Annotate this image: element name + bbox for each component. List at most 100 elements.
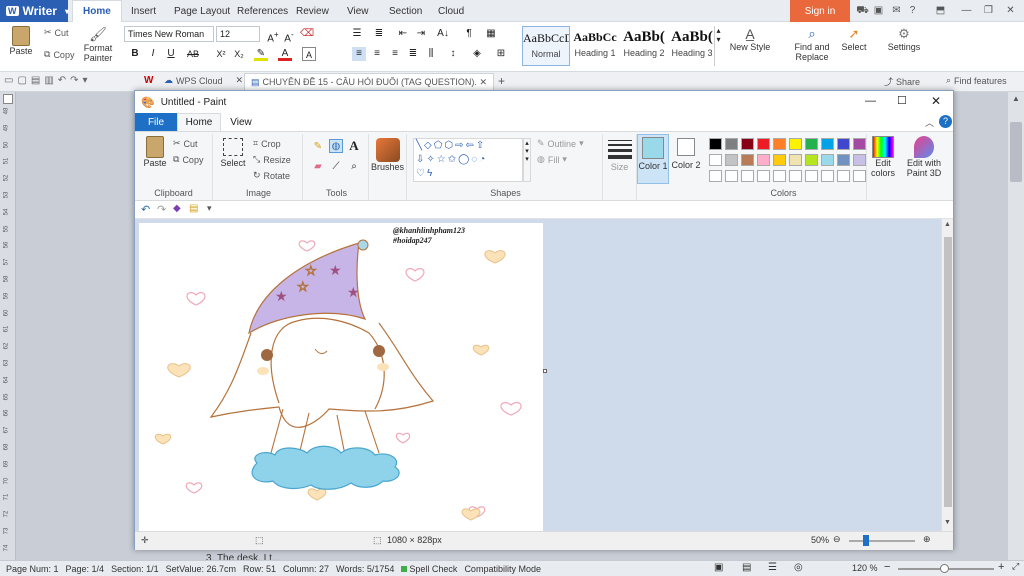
color-swatch[interactable] [789,138,802,150]
close-tab-icon[interactable]: ✕ [236,75,244,86]
color-swatch[interactable] [757,138,770,150]
view-tab[interactable]: View [221,113,261,131]
zoom-in-icon[interactable]: ⊕ [923,534,931,545]
custom-color-slot[interactable] [773,170,786,182]
wps-home-icon[interactable]: W [144,75,153,86]
zoom-out-icon[interactable]: − [884,561,890,573]
copy-button[interactable]: ⧉ Copy [173,154,203,165]
style-normal[interactable]: AaBbCcD Normal [522,26,570,66]
size-button[interactable]: Size [603,134,637,200]
tab-page-layout[interactable]: Page Layout [174,0,230,22]
strikethrough-icon[interactable]: AB [186,47,200,61]
borders-icon[interactable]: ⊞ [494,47,508,61]
zoom-slider-thumb[interactable] [940,564,949,573]
close-icon[interactable]: ✕ [1004,4,1017,17]
decrease-indent-icon[interactable]: ⇤ [396,27,410,41]
custom-color-slot[interactable] [741,170,754,182]
styles-scroll[interactable]: ▴ ▾ [714,26,722,66]
ruler-toggle[interactable] [3,94,13,104]
feedback-icon[interactable]: ✉ [890,4,903,17]
color-swatch[interactable] [773,154,786,166]
zoom-slider-thumb[interactable] [863,535,869,546]
custom-color-slot[interactable] [789,170,802,182]
rotate-button[interactable]: ↻ Rotate [253,170,290,181]
canvas-scrollbar[interactable]: ▲ ▼ [941,219,953,531]
minimize-icon[interactable]: — [865,95,876,107]
paste-button[interactable]: Paste [141,136,169,168]
open-icon[interactable]: ▤ [189,203,198,214]
tab-view[interactable]: View [347,0,369,22]
color-swatch[interactable] [709,138,722,150]
style-heading-1[interactable]: AaBbCc Heading 1 [571,26,619,66]
save-icon[interactable]: ◆ [173,203,181,214]
bold-icon[interactable]: B [128,47,142,61]
color-swatch[interactable] [709,154,722,166]
distributed-icon[interactable]: ⫼ [424,47,438,61]
zoom-slider[interactable] [849,540,915,542]
writer-app-button[interactable]: W Writer ▾ [0,0,69,22]
close-icon[interactable]: ✕ [931,94,941,108]
custom-color-slot[interactable] [837,170,850,182]
align-left-icon[interactable]: ≡ [352,47,366,61]
share-button[interactable]: ⤴ Share [884,75,920,88]
text-tool-icon[interactable]: A [347,139,361,153]
collapse-ribbon-icon[interactable]: ︿ [925,116,934,129]
custom-color-slot[interactable] [853,170,866,182]
close-tab-icon[interactable]: ✕ [479,77,487,88]
tab-insert[interactable]: Insert [131,0,156,22]
focus-mode-icon[interactable]: ▣ [714,562,723,573]
help-icon[interactable]: ? [906,4,919,17]
color-swatch[interactable] [725,138,738,150]
web-view-icon[interactable]: ◎ [794,562,803,573]
highlight-icon[interactable]: ✎ [254,47,268,61]
select-button[interactable]: ➚ Select [838,26,870,52]
help-icon[interactable]: ? [939,115,952,128]
file-tab[interactable]: File [135,113,177,131]
color2-button[interactable]: Color 2 [671,134,701,184]
maximize-icon[interactable]: ☐ [897,94,907,107]
minimize-icon[interactable]: — [960,4,973,17]
fill-button[interactable]: ◍ Fill ▾ [537,154,567,165]
color-swatch[interactable] [853,138,866,150]
color-swatch[interactable] [837,138,850,150]
eraser-icon[interactable]: ▰ [311,160,325,174]
tab-section[interactable]: Section [389,0,422,22]
color-picker-icon[interactable]: ⟋ [329,160,343,174]
select-button[interactable]: Select [219,138,247,168]
increase-indent-icon[interactable]: ⇥ [414,27,428,41]
tab-review[interactable]: Review [296,0,329,22]
align-right-icon[interactable]: ≡ [388,47,402,61]
sort-icon[interactable]: A↓ [436,27,450,41]
outline-view-icon[interactable]: ☰ [768,562,777,573]
color-swatch[interactable] [837,154,850,166]
subscript-icon[interactable]: X₂ [232,47,246,61]
brushes-button[interactable]: Brushes [369,134,407,200]
tab-wps-cloud[interactable]: ☁ WPS Cloud ✕ [164,75,243,86]
superscript-icon[interactable]: X² [214,47,228,61]
scroll-down-icon[interactable]: ▼ [944,519,951,526]
sign-in-button[interactable]: Sign in [790,0,850,22]
color-swatch[interactable] [805,154,818,166]
italic-icon[interactable]: I [146,47,160,61]
paste-button[interactable]: Paste [6,26,36,56]
char-border-icon[interactable]: A [302,47,316,61]
tab-references[interactable]: References [237,0,288,22]
grow-font-icon[interactable]: A+ [266,27,280,44]
skin-icon[interactable]: ▣ [872,4,885,17]
edit-paint3d-button[interactable]: Edit with Paint 3D [903,136,945,178]
copy-button[interactable]: ⧉ Copy [44,49,74,60]
status-words[interactable]: Words: 5/1754 [336,564,394,574]
tab-document[interactable]: ▤ CHUYÊN ĐỀ 15 - CÂU HỎI ĐUÔI (TAG QUEST… [244,73,494,91]
line-spacing-icon[interactable]: ↕ [446,47,460,61]
zoom-out-icon[interactable]: ⊖ [833,534,841,545]
edit-colors-button[interactable]: Edit colors [867,136,899,178]
page-view-icon[interactable]: ▤ [742,562,751,573]
underline-icon[interactable]: U [164,47,178,61]
color1-button[interactable]: Color 1 [637,134,669,184]
show-marks-icon[interactable]: ¶ [462,27,476,41]
fit-page-icon[interactable]: ⤢ [1012,561,1019,572]
cart-icon[interactable]: ⛟ [856,4,869,17]
custom-color-slot[interactable] [757,170,770,182]
scroll-thumb[interactable] [944,237,952,507]
find-features-input[interactable]: ⌕ Find features [946,75,1007,86]
